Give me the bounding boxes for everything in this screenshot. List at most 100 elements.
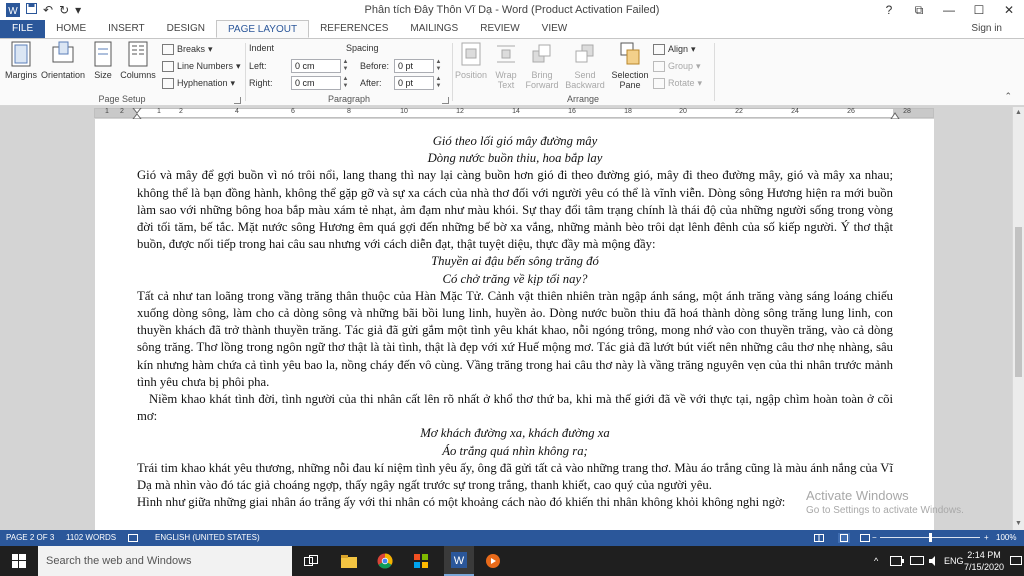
tab-view[interactable]: VIEW bbox=[531, 20, 579, 38]
task-view-icon[interactable] bbox=[296, 546, 326, 576]
ruler-label: 4 bbox=[235, 108, 239, 115]
ribbon-display-icon[interactable]: ⧉ bbox=[904, 0, 934, 20]
indent-heading: Indent bbox=[249, 43, 275, 53]
save-icon[interactable] bbox=[26, 3, 37, 17]
tab-review[interactable]: REVIEW bbox=[469, 20, 530, 38]
collapse-ribbon-icon[interactable]: ⌃ bbox=[1004, 91, 1012, 102]
print-layout-icon[interactable] bbox=[838, 533, 850, 543]
indent-left-input[interactable]: 0 cm bbox=[291, 59, 341, 73]
ruler-label: 20 bbox=[679, 108, 687, 115]
page-count[interactable]: PAGE 2 OF 3 bbox=[6, 530, 54, 546]
zoom-in-button[interactable]: + bbox=[984, 530, 989, 546]
orientation-button[interactable]: Orientation bbox=[40, 41, 86, 80]
close-button[interactable]: ✕ bbox=[994, 0, 1024, 20]
size-button[interactable]: Size bbox=[90, 41, 116, 80]
windows-logo-icon bbox=[12, 554, 26, 568]
hyphenation-button[interactable]: Hyphenation ▾ bbox=[162, 76, 235, 90]
ruler-label: 1 bbox=[105, 108, 109, 115]
indent-left-spinner[interactable]: ▲ ▼ bbox=[341, 59, 350, 73]
tab-home[interactable]: HOME bbox=[45, 20, 97, 38]
scroll-up-icon[interactable]: ▲ bbox=[1013, 107, 1024, 119]
start-button[interactable] bbox=[0, 546, 38, 576]
page-setup-launcher-icon[interactable] bbox=[234, 97, 241, 104]
customize-qat-icon[interactable]: ▾ bbox=[75, 3, 81, 17]
body-paragraph: Trái tim khao khát yêu thương, những nỗi… bbox=[137, 460, 893, 493]
network-icon[interactable] bbox=[910, 556, 924, 566]
help-icon[interactable]: ? bbox=[874, 0, 904, 20]
media-app-icon[interactable] bbox=[478, 546, 508, 576]
taskbar-search-input[interactable]: Search the web and Windows bbox=[38, 546, 292, 576]
web-layout-icon[interactable] bbox=[860, 534, 870, 542]
ruler-label: 12 bbox=[456, 108, 464, 115]
scroll-thumb[interactable] bbox=[1015, 227, 1022, 377]
horizontal-ruler: 1 2 1 2 4 6 8 10 12 14 16 18 20 22 24 26… bbox=[0, 107, 1012, 120]
ruler-label: 14 bbox=[512, 108, 520, 115]
wrap-text-icon bbox=[497, 45, 515, 63]
language-indicator[interactable]: ENGLISH (UNITED STATES) bbox=[155, 530, 260, 546]
document-text[interactable]: Gió theo lối gió mây đường mây Dòng nước… bbox=[137, 133, 893, 511]
selection-pane-button[interactable]: Selection Pane bbox=[609, 41, 651, 90]
spacing-heading: Spacing bbox=[346, 43, 379, 53]
tab-references[interactable]: REFERENCES bbox=[309, 20, 399, 38]
volume-icon[interactable] bbox=[928, 555, 940, 567]
undo-icon[interactable]: ↶ bbox=[43, 3, 53, 17]
notifications-icon[interactable] bbox=[1010, 556, 1022, 566]
tab-page-layout[interactable]: PAGE LAYOUT bbox=[215, 20, 310, 38]
zoom-out-button[interactable]: − bbox=[872, 530, 877, 546]
group-page-setup: Margins Orientation Size Columns Breaks ▾… bbox=[0, 39, 244, 105]
spacing-after-spinner[interactable]: ▲ ▼ bbox=[434, 76, 443, 90]
send-backward-button[interactable]: Send Backward bbox=[563, 41, 607, 90]
columns-button[interactable]: Columns bbox=[118, 41, 158, 80]
orientation-icon bbox=[52, 41, 74, 63]
svg-text:W: W bbox=[8, 6, 18, 17]
sign-in-link[interactable]: Sign in bbox=[971, 20, 1002, 38]
ruler-label: 28 bbox=[903, 108, 911, 115]
spacing-before-input[interactable]: 0 pt bbox=[394, 59, 434, 73]
group-button[interactable]: Group ▾ bbox=[653, 59, 701, 73]
paragraph-launcher-icon[interactable] bbox=[442, 97, 449, 104]
file-explorer-icon[interactable] bbox=[334, 546, 364, 576]
word-count[interactable]: 1102 WORDS bbox=[66, 530, 116, 546]
bring-forward-button[interactable]: Bring Forward bbox=[523, 41, 561, 90]
align-button[interactable]: Align ▾ bbox=[653, 42, 696, 56]
group-icon bbox=[653, 60, 665, 72]
maximize-button[interactable]: ☐ bbox=[964, 0, 994, 20]
align-icon bbox=[653, 43, 665, 55]
vertical-scrollbar[interactable]: ▲ ▼ bbox=[1012, 107, 1024, 530]
taskbar-clock[interactable]: 2:14 PM 7/15/2020 bbox=[960, 549, 1008, 573]
minimize-button[interactable]: — bbox=[934, 0, 964, 20]
zoom-slider-thumb[interactable] bbox=[929, 533, 932, 542]
tab-insert[interactable]: INSERT bbox=[97, 20, 156, 38]
activation-watermark: Activate Windows Go to Settings to activ… bbox=[806, 488, 964, 518]
indent-right-spinner[interactable]: ▲ ▼ bbox=[341, 76, 350, 90]
tab-mailings[interactable]: MAILINGS bbox=[399, 20, 469, 38]
read-mode-icon[interactable] bbox=[814, 534, 824, 542]
quick-access-toolbar: W ↶ ↻ ▾ bbox=[0, 0, 81, 20]
proofing-icon[interactable] bbox=[128, 534, 138, 542]
zoom-level[interactable]: 100% bbox=[996, 530, 1016, 546]
rotate-button[interactable]: Rotate ▾ bbox=[653, 76, 702, 90]
line-numbers-button[interactable]: Line Numbers ▾ bbox=[162, 59, 241, 73]
tab-file[interactable]: FILE bbox=[0, 20, 46, 38]
scroll-down-icon[interactable]: ▼ bbox=[1013, 518, 1024, 530]
indent-left-label: Left: bbox=[249, 61, 267, 71]
wrap-text-button[interactable]: Wrap Text bbox=[491, 41, 521, 90]
battery-icon[interactable] bbox=[890, 556, 904, 566]
hyphenation-icon bbox=[162, 77, 174, 89]
group-paragraph: Indent Left: 0 cm ▲ ▼ Right: 0 cm ▲ ▼ Spac… bbox=[246, 39, 452, 105]
tray-overflow-icon[interactable]: ^ bbox=[874, 546, 878, 576]
chrome-icon[interactable] bbox=[370, 546, 400, 576]
margins-button[interactable]: Margins bbox=[4, 41, 38, 80]
body-paragraph: Tất cả như tan loãng trong vầng trăng th… bbox=[137, 288, 893, 389]
breaks-button[interactable]: Breaks ▾ bbox=[162, 42, 213, 56]
spacing-after-input[interactable]: 0 pt bbox=[394, 76, 434, 90]
group-label-arrange: Arrange bbox=[566, 94, 600, 104]
position-button[interactable]: Position bbox=[453, 41, 489, 80]
indent-right-input[interactable]: 0 cm bbox=[291, 76, 341, 90]
redo-icon[interactable]: ↻ bbox=[59, 3, 69, 17]
store-icon[interactable] bbox=[406, 546, 436, 576]
tab-design[interactable]: DESIGN bbox=[156, 20, 216, 38]
document-page[interactable]: Gió theo lối gió mây đường mây Dòng nước… bbox=[95, 119, 934, 530]
spacing-before-spinner[interactable]: ▲ ▼ bbox=[434, 59, 443, 73]
word-taskbar-icon[interactable]: W bbox=[444, 546, 474, 576]
